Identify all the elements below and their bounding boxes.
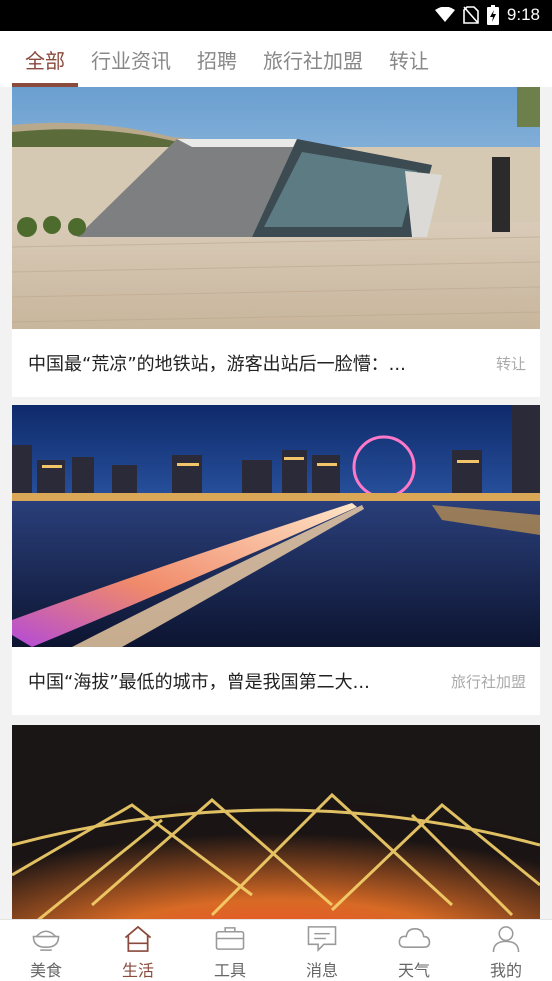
article-card[interactable]: 中国最“荒凉”的地铁站，游客出站后一脸懵：... 转让 (12, 87, 540, 397)
tab-label: 全部 (25, 48, 65, 73)
article-card[interactable] (12, 725, 540, 919)
battery-charging-icon (486, 5, 499, 25)
nav-item-tools[interactable]: 工具 (184, 920, 276, 981)
bowl-icon (32, 930, 60, 951)
nav-item-weather[interactable]: 天气 (368, 920, 460, 981)
user-icon (492, 926, 520, 953)
article-category: 转让 (495, 354, 526, 373)
no-sim-icon (463, 6, 479, 24)
nav-label: 美食 (29, 961, 62, 980)
nav-label: 工具 (213, 961, 246, 980)
status-icons: 9:18 (434, 5, 540, 25)
tab-recruitment[interactable]: 招聘 (184, 31, 250, 87)
tab-industry-news[interactable]: 行业资讯 (78, 31, 184, 87)
home-icon (124, 925, 152, 952)
nav-label: 我的 (489, 961, 522, 980)
message-icon (307, 926, 337, 952)
tab-travel-agency-franchise[interactable]: 旅行社加盟 (250, 31, 376, 87)
toolbox-icon (215, 927, 245, 950)
tab-label: 招聘 (197, 48, 237, 73)
article-title-row: 中国最“荒凉”的地铁站，游客出站后一脸懵：... 转让 (12, 329, 540, 397)
article-image (12, 87, 540, 329)
article-title-row: 中国“海拔”最低的城市，曾是我国第二大... 旅行社加盟 (12, 647, 540, 715)
nav-item-life[interactable]: 生活 (92, 920, 184, 981)
tab-label: 行业资讯 (91, 48, 171, 73)
category-tabs: 全部 行业资讯 招聘 旅行社加盟 转让 (0, 31, 552, 87)
bottom-navigation: 美食 生活 工具 消息 天气 我的 (0, 919, 552, 981)
article-title: 中国“海拔”最低的城市，曾是我国第二大... (28, 672, 370, 693)
nav-item-mine[interactable]: 我的 (460, 920, 552, 981)
article-list[interactable]: 中国最“荒凉”的地铁站，游客出站后一脸懵：... 转让 中国“海拔”最低的城市，… (0, 87, 552, 919)
tab-all[interactable]: 全部 (12, 31, 78, 87)
article-card[interactable]: 中国“海拔”最低的城市，曾是我国第二大... 旅行社加盟 (12, 405, 540, 715)
nav-label: 消息 (305, 961, 338, 980)
article-image (12, 725, 540, 919)
status-time: 9:18 (506, 5, 540, 24)
article-category: 旅行社加盟 (450, 672, 526, 691)
nav-item-food[interactable]: 美食 (0, 920, 92, 981)
nav-label: 生活 (121, 961, 154, 980)
article-image (12, 405, 540, 647)
tab-transfer[interactable]: 转让 (376, 31, 442, 87)
nav-label: 天气 (397, 961, 430, 980)
status-bar: 9:18 (0, 0, 552, 31)
wifi-icon (434, 7, 455, 22)
cloud-icon (398, 928, 431, 948)
article-title: 中国最“荒凉”的地铁站，游客出站后一脸懵：... (28, 354, 406, 375)
nav-item-messages[interactable]: 消息 (276, 920, 368, 981)
tab-label: 转让 (389, 48, 429, 73)
tab-label: 旅行社加盟 (263, 48, 363, 73)
